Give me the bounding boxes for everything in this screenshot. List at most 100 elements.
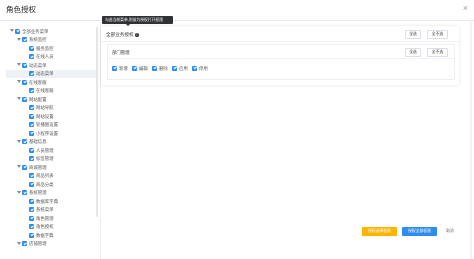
tree-node[interactable]: 角色授权 — [6, 223, 96, 232]
tree-node-label: 服务监控 — [36, 45, 54, 51]
permission-checkbox[interactable]: 启用 — [172, 65, 188, 72]
tree-node[interactable]: 数据字典 — [6, 231, 96, 240]
tree-node[interactable]: 在线人员 — [6, 53, 96, 62]
auth-card: 全部业务授权? 全选 全不选 部门管理 全选 全不选 新增 编辑 删除 启用 停用 — [101, 26, 459, 85]
tree-checkbox[interactable] — [22, 139, 27, 144]
caret-down-icon[interactable] — [17, 37, 21, 41]
tree-node[interactable]: 系统管理 — [6, 189, 96, 198]
tree-node[interactable]: 在线客服 — [6, 87, 96, 96]
module-divider — [108, 58, 454, 59]
caret-down-icon[interactable] — [10, 29, 14, 32]
caret-down-icon[interactable] — [17, 80, 21, 83]
tree-node[interactable]: 动态菜单 — [6, 61, 96, 70]
module-select-none-button[interactable]: 全不选 — [427, 48, 448, 57]
tree-node[interactable]: 数据库字典 — [6, 197, 96, 206]
tree-node[interactable]: 系统监控 — [6, 36, 96, 45]
tree-checkbox[interactable] — [29, 181, 34, 187]
tree-node-label: 动态菜单 — [29, 62, 47, 68]
tree-checkbox[interactable] — [22, 190, 27, 195]
grant-selected-button[interactable]: 授权选择权限 — [362, 227, 397, 236]
tree-checkbox[interactable] — [29, 113, 34, 119]
dialog-title: 角色授权 — [6, 5, 36, 14]
tree-node[interactable]: 全部业务菜单 — [6, 27, 96, 36]
tree-checkbox[interactable] — [29, 147, 34, 153]
tree-checkbox[interactable] — [29, 88, 34, 93]
tree-checkbox[interactable] — [22, 62, 27, 68]
tree-node[interactable]: 网站导航 — [6, 104, 96, 113]
tree-scrollbar[interactable] — [96, 27, 98, 217]
tree-checkbox[interactable] — [29, 54, 34, 59]
tree-node[interactable]: 商城管理 — [6, 163, 96, 172]
tree-checkbox[interactable] — [22, 79, 27, 85]
tree-node[interactable]: 商品列表 — [6, 172, 96, 181]
cancel-button[interactable]: 取消 — [440, 227, 460, 236]
select-none-button[interactable]: 全不选 — [427, 30, 448, 39]
tree-checkbox[interactable] — [29, 105, 34, 110]
checkbox-checked-icon[interactable] — [192, 65, 197, 71]
card-title: 全部业务授权? — [106, 32, 139, 38]
tree-node-label: 在线客服 — [29, 79, 47, 85]
close-icon[interactable]: × — [463, 3, 468, 13]
tree-node[interactable]: 网站设置 — [6, 112, 96, 121]
checkbox-checked-icon[interactable] — [172, 65, 177, 71]
tree-node[interactable]: 动态菜单 — [6, 69, 96, 78]
permission-checkbox[interactable]: 新增 — [112, 65, 128, 72]
select-all-button[interactable]: 全选 — [405, 30, 421, 39]
tree-checkbox[interactable] — [29, 71, 34, 76]
tree-checkbox[interactable] — [15, 28, 20, 34]
tree-node[interactable]: 店铺管理 — [6, 240, 96, 249]
caret-down-icon[interactable] — [17, 241, 21, 245]
tooltip-arrow — [126, 24, 130, 26]
help-icon[interactable]: ? — [134, 33, 139, 37]
tree-checkbox[interactable] — [29, 173, 34, 178]
tree-checkbox[interactable] — [22, 241, 27, 246]
permission-label: 新增 — [119, 66, 128, 71]
tree-checkbox[interactable] — [29, 156, 34, 161]
tree-node[interactable]: 角色管理 — [6, 214, 96, 223]
checkbox-checked-icon[interactable] — [112, 65, 117, 71]
tree-checkbox[interactable] — [29, 130, 34, 136]
tree-node-label: 动态菜单 — [36, 71, 54, 76]
tree-node[interactable]: 人员管理 — [6, 146, 96, 155]
tree-node[interactable]: 网站配置 — [6, 95, 96, 104]
tree-checkbox[interactable] — [29, 45, 34, 51]
tree-node[interactable]: 服务监控 — [6, 44, 96, 53]
tree-checkbox[interactable] — [29, 232, 34, 238]
tree-checkbox[interactable] — [29, 122, 34, 127]
tree-node[interactable]: 在线客服 — [6, 78, 96, 87]
tree-checkbox[interactable] — [29, 224, 34, 229]
caret-down-icon[interactable] — [17, 165, 21, 168]
checkbox-checked-icon[interactable] — [132, 65, 137, 71]
tree-checkbox[interactable] — [29, 207, 34, 212]
tree-node-label: 商品分类 — [36, 181, 54, 187]
tree-node-label: 数据库字典 — [36, 198, 58, 204]
dialog-scrollbar[interactable] — [470, 20, 472, 259]
tree-node-label: 角色管理 — [36, 215, 54, 221]
tree-node-label: 标签管理 — [36, 156, 54, 161]
tree-checkbox[interactable] — [29, 215, 34, 221]
caret-down-icon[interactable] — [17, 63, 21, 66]
tree-node-label: 系统管理 — [29, 190, 47, 195]
tree-checkbox[interactable] — [22, 37, 27, 42]
tree-node-label: 人员管理 — [36, 147, 54, 153]
permission-checkbox[interactable]: 编辑 — [132, 65, 148, 72]
caret-down-icon[interactable] — [17, 139, 21, 143]
tree-checkbox[interactable] — [22, 96, 27, 102]
tree-node[interactable]: 基础信息 — [6, 138, 96, 147]
tree-checkbox[interactable] — [22, 164, 27, 170]
grant-all-button[interactable]: 授权全部权限 — [402, 227, 437, 236]
tree-node[interactable]: 系统菜单 — [6, 206, 96, 215]
tree-node[interactable]: 商品分类 — [6, 180, 96, 189]
module-select-all-button[interactable]: 全选 — [405, 48, 421, 57]
permission-checkbox[interactable]: 停用 — [192, 65, 208, 72]
caret-down-icon[interactable] — [17, 190, 21, 194]
tree-node[interactable]: 标签管理 — [6, 155, 96, 164]
tree-checkbox[interactable] — [29, 198, 34, 204]
tree-node[interactable]: 轮播图设置 — [6, 121, 96, 130]
permission-checkbox[interactable]: 删除 — [152, 65, 168, 72]
tree-node-label: 基础信息 — [29, 139, 47, 144]
checkbox-checked-icon[interactable] — [152, 65, 157, 71]
caret-down-icon[interactable] — [17, 97, 21, 100]
tree-node[interactable]: 小程序设置 — [6, 129, 96, 138]
card-title-text: 全部业务授权 — [106, 32, 134, 37]
